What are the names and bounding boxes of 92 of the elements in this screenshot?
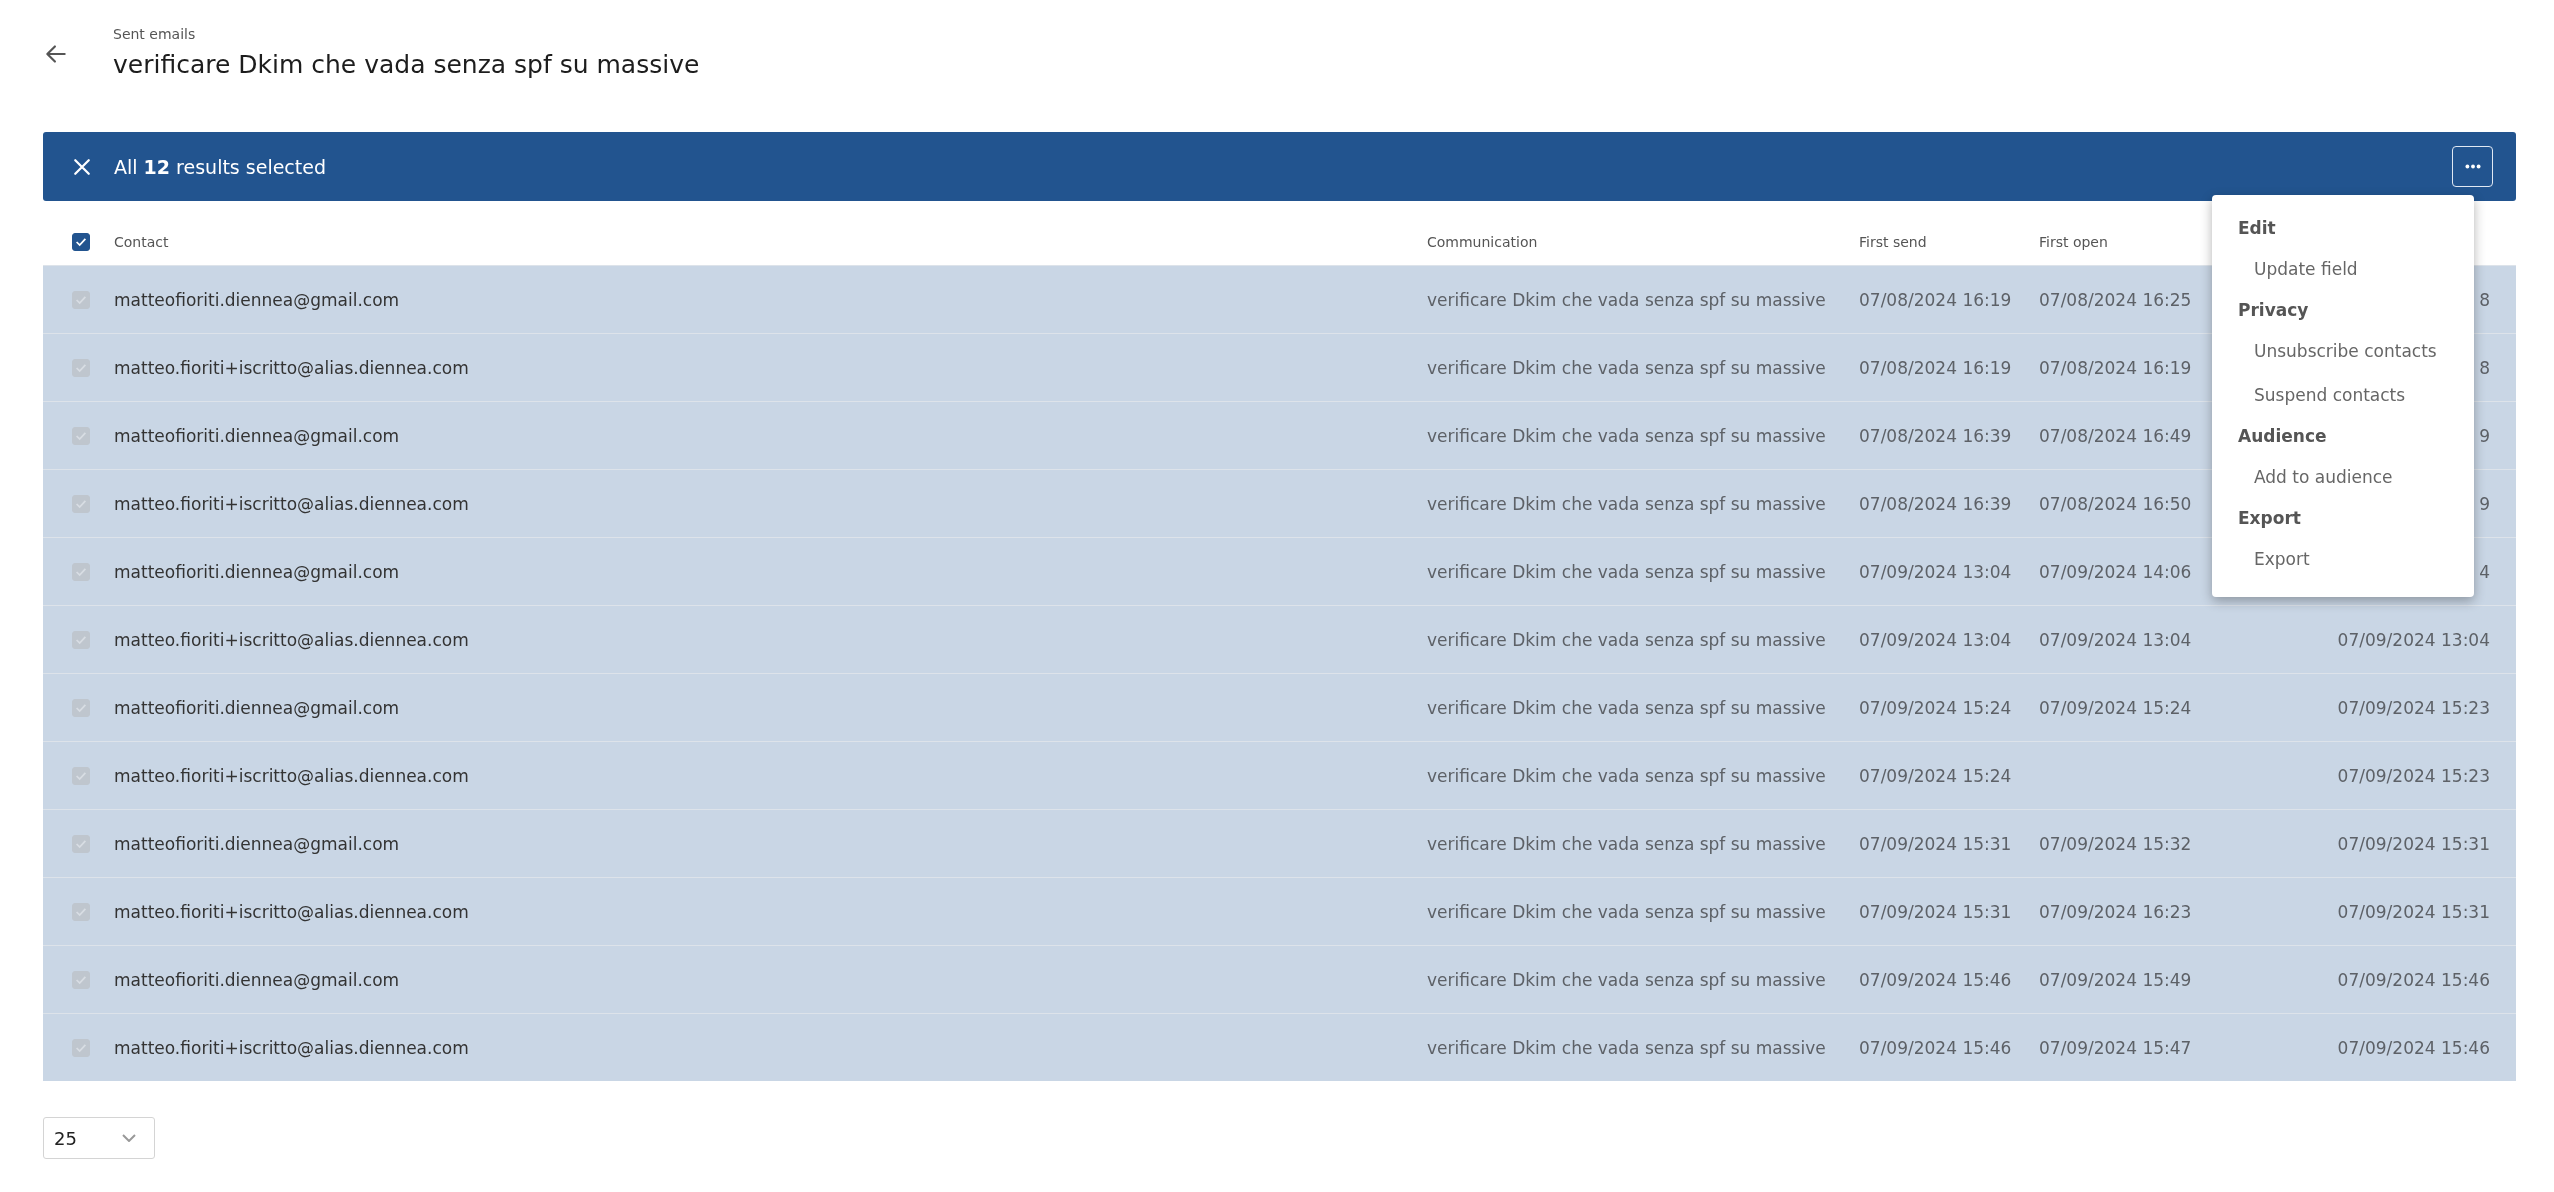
menu-item[interactable]: Export bbox=[2212, 537, 2474, 581]
row-checkbox[interactable] bbox=[72, 1038, 90, 1057]
date-cell: 8 bbox=[2479, 289, 2490, 310]
communication-name: verificare Dkim che vada senza spf su massive bbox=[1427, 969, 1826, 990]
first-open-date: 07/09/2024 16:23 bbox=[2039, 901, 2192, 922]
more-icon bbox=[2464, 164, 2481, 169]
breadcrumb: Sent emails bbox=[113, 26, 197, 42]
communication-name: verificare Dkim che vada senza spf su massive bbox=[1427, 833, 1826, 854]
first-send-date: 07/08/2024 16:19 bbox=[1859, 357, 2012, 378]
contact-email: matteo.fioriti+iscritto@alias.diennea.com bbox=[114, 629, 469, 650]
communication-name: verificare Dkim che vada senza spf su massive bbox=[1427, 289, 1826, 310]
first-send-date: 07/08/2024 16:39 bbox=[1859, 493, 2012, 514]
communication-name: verificare Dkim che vada senza spf su massive bbox=[1427, 765, 1826, 786]
first-open-date: 07/08/2024 16:19 bbox=[2039, 357, 2192, 378]
first-send-date: 07/09/2024 15:31 bbox=[1859, 833, 2012, 854]
date-cell: 4 bbox=[2479, 561, 2490, 582]
communication-name: verificare Dkim che vada senza spf su massive bbox=[1427, 357, 1826, 378]
first-send-date: 07/09/2024 15:24 bbox=[1859, 765, 2012, 786]
communication-name: verificare Dkim che vada senza spf su massive bbox=[1427, 425, 1826, 446]
date-cell: 07/09/2024 15:23 bbox=[2337, 697, 2490, 718]
contact-email: matteo.fioriti+iscritto@alias.diennea.com bbox=[114, 493, 469, 514]
first-send-date: 07/09/2024 13:04 bbox=[1859, 629, 2012, 650]
date-cell: 07/09/2024 15:31 bbox=[2337, 901, 2490, 922]
date-cell: 9 bbox=[2479, 425, 2490, 446]
first-open-date: 07/09/2024 15:47 bbox=[2039, 1037, 2192, 1058]
first-open-date: 07/08/2024 16:50 bbox=[2039, 493, 2192, 514]
row-checkbox[interactable] bbox=[72, 834, 90, 853]
page-title: verificare Dkim che vada senza spf su massive bbox=[113, 50, 700, 79]
column-header[interactable]: First send bbox=[1859, 234, 2039, 250]
row-checkbox[interactable] bbox=[72, 358, 90, 377]
contact-email: matteo.fioriti+iscritto@alias.diennea.com bbox=[114, 357, 469, 378]
menu-item[interactable]: Unsubscribe contacts bbox=[2212, 329, 2474, 373]
first-send-date: 07/08/2024 16:39 bbox=[1859, 425, 2012, 446]
first-open-date: 07/09/2024 15:49 bbox=[2039, 969, 2192, 990]
menu-item[interactable]: Add to audience bbox=[2212, 455, 2474, 499]
date-cell: 9 bbox=[2479, 493, 2490, 514]
row-checkbox[interactable] bbox=[72, 766, 90, 785]
date-cell: 07/09/2024 15:31 bbox=[2337, 833, 2490, 854]
first-open-date: 07/08/2024 16:25 bbox=[2039, 289, 2192, 310]
row-checkbox[interactable] bbox=[72, 630, 90, 649]
row-checkbox[interactable] bbox=[72, 290, 90, 309]
contact-email: matteofioriti.diennea@gmail.com bbox=[114, 833, 400, 854]
column-header[interactable]: Contact bbox=[114, 234, 1427, 250]
close-icon[interactable] bbox=[73, 157, 91, 176]
select-all-checkbox[interactable] bbox=[72, 233, 90, 251]
chevron-down-icon bbox=[122, 1134, 136, 1142]
communication-name: verificare Dkim che vada senza spf su massive bbox=[1427, 629, 1826, 650]
contact-email: matteofioriti.diennea@gmail.com bbox=[114, 289, 400, 310]
row-checkbox[interactable] bbox=[72, 902, 90, 921]
first-open-date: 07/09/2024 14:06 bbox=[2039, 561, 2192, 582]
menu-group-heading: Export bbox=[2237, 507, 2302, 530]
menu-item[interactable]: Suspend contacts bbox=[2212, 373, 2474, 417]
contact-email: matteo.fioriti+iscritto@alias.diennea.com bbox=[114, 1037, 469, 1058]
row-checkbox[interactable] bbox=[72, 562, 90, 581]
first-open-date: 07/09/2024 13:04 bbox=[2039, 629, 2192, 650]
selection-count: All 12 results selected bbox=[114, 155, 327, 178]
first-open-date: 07/09/2024 15:32 bbox=[2039, 833, 2192, 854]
first-send-date: 07/09/2024 15:24 bbox=[1859, 697, 2012, 718]
first-open-date: 07/09/2024 15:24 bbox=[2039, 697, 2192, 718]
communication-name: verificare Dkim che vada senza spf su massive bbox=[1427, 1037, 1826, 1058]
communication-name: verificare Dkim che vada senza spf su massive bbox=[1427, 901, 1826, 922]
contact-email: matteofioriti.diennea@gmail.com bbox=[114, 697, 400, 718]
first-send-date: 07/09/2024 15:46 bbox=[1859, 1037, 2012, 1058]
date-cell: 07/09/2024 15:46 bbox=[2337, 1037, 2490, 1058]
date-cell: 8 bbox=[2479, 357, 2490, 378]
contact-email: matteofioriti.diennea@gmail.com bbox=[114, 425, 400, 446]
date-cell: 07/09/2024 15:46 bbox=[2337, 969, 2490, 990]
first-send-date: 07/09/2024 15:31 bbox=[1859, 901, 2012, 922]
row-checkbox[interactable] bbox=[72, 426, 90, 445]
contact-email: matteo.fioriti+iscritto@alias.diennea.com bbox=[114, 765, 469, 786]
menu-group-heading: Audience bbox=[2237, 425, 2328, 448]
communication-name: verificare Dkim che vada senza spf su massive bbox=[1427, 697, 1826, 718]
row-checkbox[interactable] bbox=[72, 494, 90, 513]
menu-item[interactable]: Update field bbox=[2212, 247, 2474, 291]
communication-name: verificare Dkim che vada senza spf su massive bbox=[1427, 493, 1826, 514]
contact-email: matteofioriti.diennea@gmail.com bbox=[114, 561, 400, 582]
row-checkbox[interactable] bbox=[72, 970, 90, 989]
date-cell: 07/09/2024 15:23 bbox=[2337, 765, 2490, 786]
communication-name: verificare Dkim che vada senza spf su massive bbox=[1427, 561, 1826, 582]
row-checkbox[interactable] bbox=[72, 698, 90, 717]
first-send-date: 07/09/2024 15:46 bbox=[1859, 969, 2012, 990]
date-cell: 07/09/2024 13:04 bbox=[2337, 629, 2490, 650]
first-send-date: 07/08/2024 16:19 bbox=[1859, 289, 2012, 310]
contact-email: matteo.fioriti+iscritto@alias.diennea.com bbox=[114, 901, 469, 922]
menu-group-heading: Privacy bbox=[2237, 299, 2310, 322]
first-open-date: 07/08/2024 16:49 bbox=[2039, 425, 2192, 446]
more-button[interactable] bbox=[2452, 146, 2493, 187]
contact-email: matteofioriti.diennea@gmail.com bbox=[114, 969, 400, 990]
page-size-select[interactable]: 25 bbox=[43, 1117, 155, 1159]
menu-group-heading: Edit bbox=[2237, 217, 2277, 240]
column-header[interactable]: Communication bbox=[1427, 234, 1859, 250]
first-send-date: 07/09/2024 13:04 bbox=[1859, 561, 2012, 582]
